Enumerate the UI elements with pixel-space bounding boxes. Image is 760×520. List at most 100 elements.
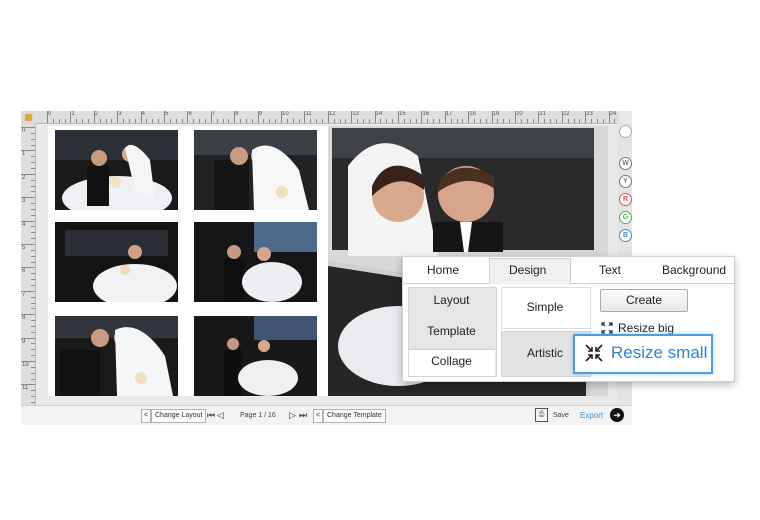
- save-label[interactable]: Save: [553, 412, 569, 419]
- prev-template-icon[interactable]: <: [313, 409, 323, 423]
- resize-big-label[interactable]: Resize big: [618, 321, 674, 335]
- ruler-top-tick: [544, 119, 546, 123]
- ruler-top-tick: [427, 119, 429, 123]
- tab-home[interactable]: Home: [427, 263, 459, 277]
- last-page-icon[interactable]: ⏭: [299, 410, 307, 421]
- ruler-top-tick: [403, 119, 405, 123]
- ruler-top-tick: [614, 119, 616, 123]
- ruler-top-label: 11: [305, 111, 312, 117]
- ruler-left-tick: [31, 296, 35, 298]
- tab-background[interactable]: Background: [662, 263, 726, 277]
- page-indicator: Page 1 / 16: [240, 412, 276, 419]
- first-page-icon[interactable]: ⏮: [207, 410, 215, 421]
- ruler-top-tick: [438, 119, 440, 123]
- ruler-top-label: 17: [445, 111, 453, 117]
- style-simple[interactable]: Simple: [501, 300, 589, 314]
- ruler-top-tick: [362, 119, 364, 123]
- ruler-left-tick: [31, 401, 35, 403]
- photo-2[interactable]: [194, 130, 317, 210]
- ruler-top-tick: [515, 111, 516, 123]
- ruler-top-tick: [193, 119, 195, 123]
- ruler-left-tick: [31, 273, 35, 275]
- bottom-toolbar: < Change Layout ⏮ ◁ Page 1 / 16 ▷ ⏭ < Ch…: [21, 405, 632, 425]
- tab-bar: Home Design Text Background: [403, 257, 734, 284]
- resize-big-icon[interactable]: [601, 321, 613, 334]
- ruler-left-tick: [21, 150, 35, 152]
- ruler-top-tick: [520, 119, 522, 123]
- ruler-top-tick: [228, 119, 230, 123]
- change-layout-button[interactable]: Change Layout: [151, 409, 207, 423]
- photo-6[interactable]: [194, 316, 317, 396]
- color-g-icon[interactable]: G: [619, 211, 632, 224]
- color-w-icon[interactable]: W: [619, 157, 632, 170]
- ruler-top-tick: [210, 111, 212, 123]
- photo-1[interactable]: [55, 130, 178, 210]
- ruler-left-tick: [21, 197, 35, 199]
- export-label[interactable]: Export: [580, 411, 603, 420]
- ruler-top-tick: [275, 119, 277, 123]
- ruler-top-tick: [321, 119, 323, 123]
- ruler-left-tick: [21, 361, 35, 362]
- ruler-top-label: 6: [188, 111, 192, 117]
- ruler-left-tick: [31, 185, 35, 187]
- export-arrow-icon[interactable]: ➜: [610, 408, 624, 422]
- ruler-top-tick: [585, 111, 587, 123]
- ruler-top-tick: [123, 119, 125, 123]
- ruler-left-tick: [31, 279, 35, 281]
- ruler-top-tick: [164, 111, 165, 123]
- ruler-left-tick: [31, 331, 35, 333]
- layer-icon[interactable]: [619, 125, 632, 138]
- ruler-left-tick: [31, 208, 35, 210]
- resize-small-button[interactable]: Resize small: [573, 334, 713, 374]
- menu-layout[interactable]: Layout: [408, 293, 495, 307]
- ruler-top-tick: [269, 119, 271, 123]
- prev-page-icon[interactable]: ◁: [217, 410, 224, 421]
- color-r-icon[interactable]: R: [619, 193, 632, 206]
- menu-template[interactable]: Template: [408, 324, 495, 338]
- create-button[interactable]: Create: [600, 289, 688, 312]
- ruler-left-tick: [31, 349, 35, 351]
- ruler-top-tick: [374, 111, 376, 123]
- ruler-top-tick: [368, 119, 370, 123]
- tab-design[interactable]: Design: [509, 263, 546, 277]
- resize-small-icon: [585, 344, 603, 362]
- photo-3[interactable]: [55, 222, 178, 302]
- ruler-left-tick: [31, 284, 35, 286]
- ruler-left-tick: [21, 337, 35, 339]
- ruler-top-tick: [134, 119, 136, 123]
- color-y-icon[interactable]: Y: [619, 175, 632, 188]
- ruler-top-tick: [608, 111, 610, 123]
- ruler-top-label: 18: [469, 111, 476, 117]
- ruler-top-tick: [245, 119, 247, 123]
- ruler-left-label: 4: [22, 221, 26, 228]
- ruler-left-tick: [31, 366, 35, 368]
- ruler-top-tick: [468, 111, 470, 123]
- ruler-left-tick: [21, 267, 35, 269]
- change-template-button[interactable]: Change Template: [323, 409, 386, 423]
- ruler-top-tick: [421, 111, 423, 123]
- ruler-top-tick: [602, 119, 604, 123]
- ruler-top-tick: [251, 119, 253, 123]
- ruler-top-tick: [286, 119, 288, 123]
- ruler-top-tick: [509, 119, 511, 123]
- prev-layout-icon[interactable]: <: [141, 409, 151, 423]
- next-page-icon[interactable]: ▷: [289, 410, 296, 421]
- ruler-top-label: 13: [352, 111, 359, 117]
- ruler-left-tick: [31, 372, 35, 374]
- ruler-top-tick: [187, 111, 189, 123]
- ruler-top-tick: [93, 111, 95, 123]
- save-icon[interactable]: ⎙: [535, 408, 548, 422]
- ruler-top-tick: [474, 119, 476, 123]
- ruler-corner-icon: [25, 114, 32, 121]
- ruler-top-label: 15: [399, 111, 406, 117]
- ruler-left-tick: [31, 302, 35, 304]
- color-b-icon[interactable]: B: [619, 229, 632, 242]
- photo-4[interactable]: [194, 222, 317, 302]
- tab-text[interactable]: Text: [599, 263, 621, 277]
- menu-collage[interactable]: Collage: [408, 354, 495, 368]
- ruler-corner[interactable]: [21, 111, 35, 123]
- ruler-top: 0 1 2 3 4 5 6 7 8 9 10 11 12 13 14 15 16 17 18 19 20 21 22 23 24: [35, 111, 619, 124]
- ruler-top-tick: [339, 119, 341, 123]
- photo-5[interactable]: [55, 316, 178, 396]
- ruler-top-tick: [550, 119, 552, 123]
